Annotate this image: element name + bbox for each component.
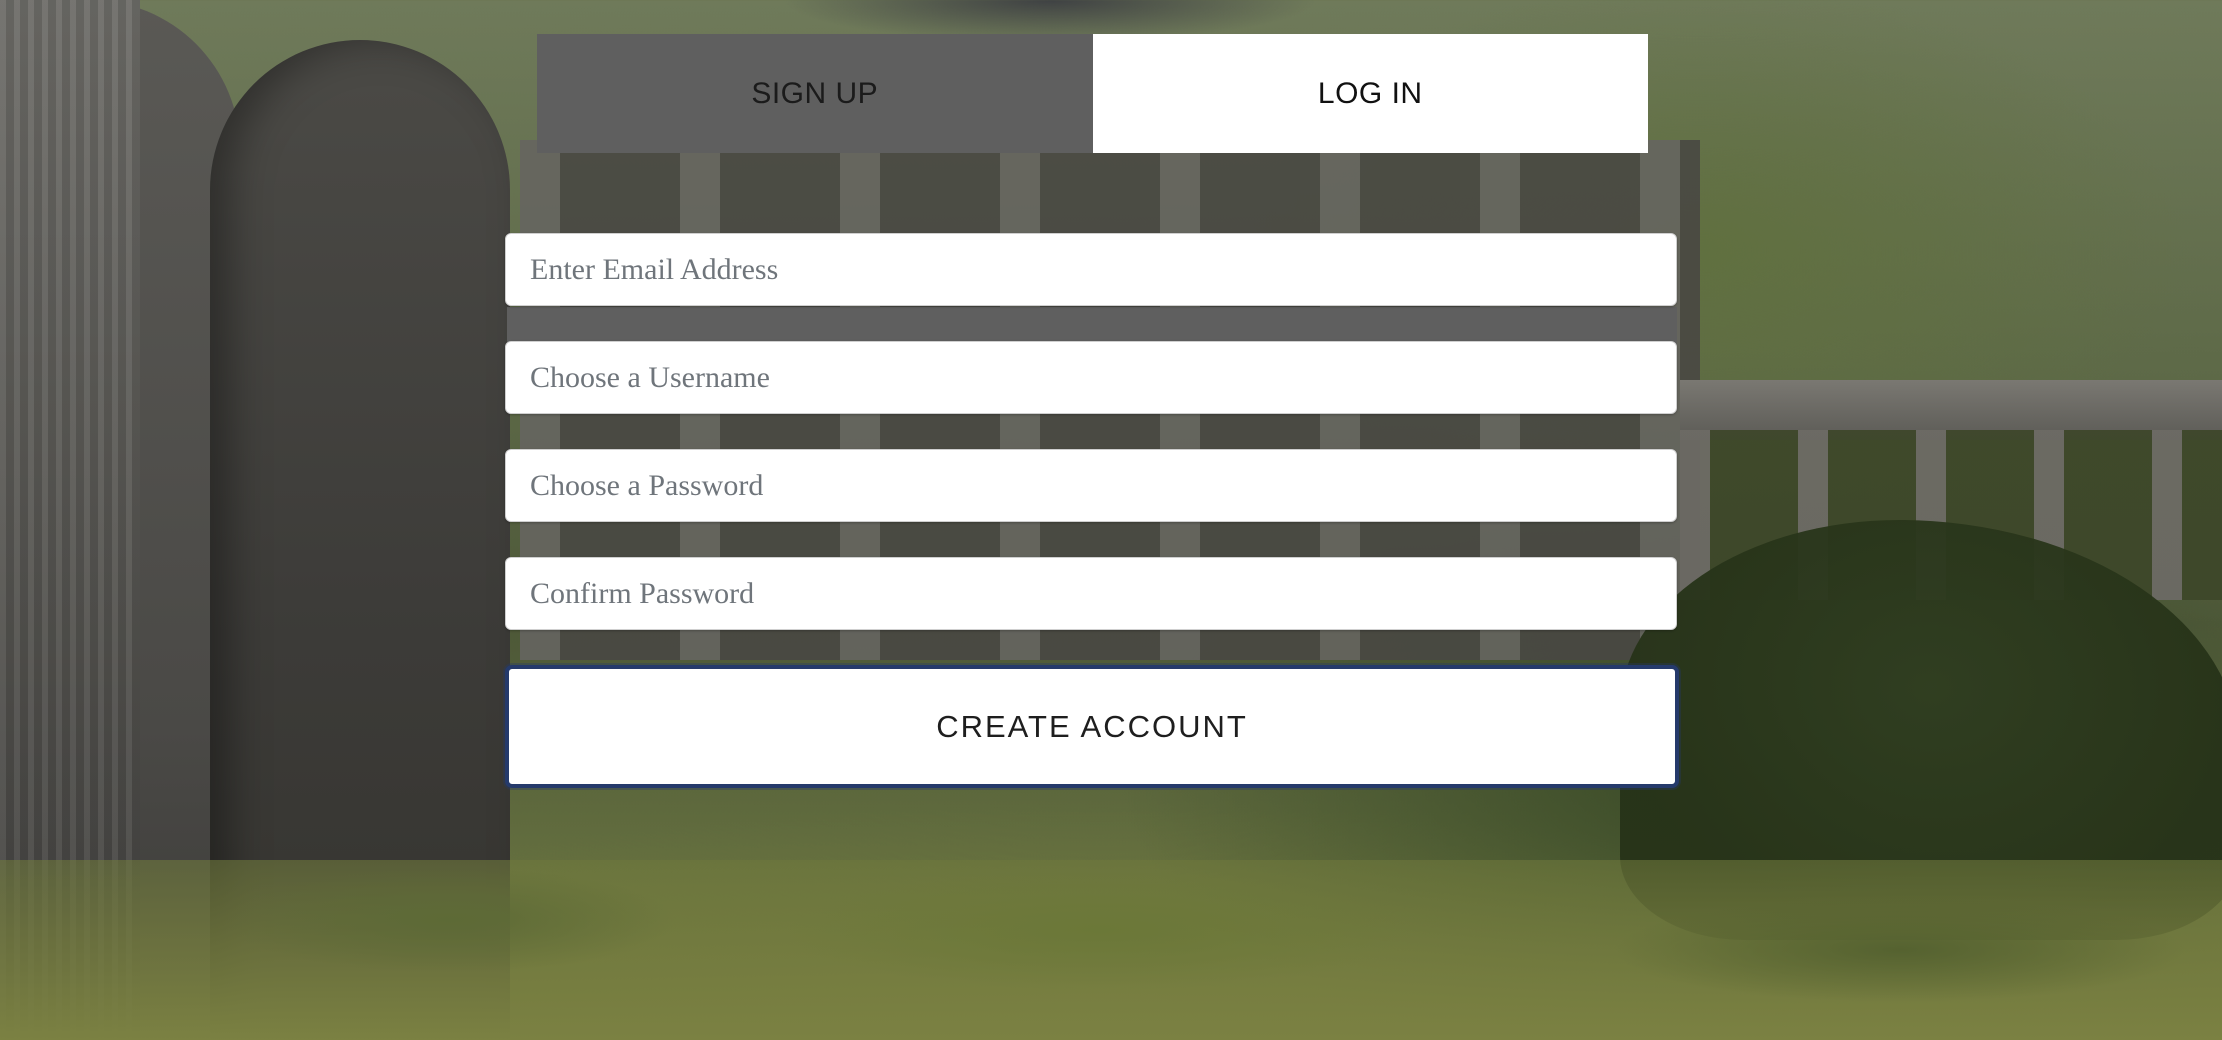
background-viaduct-wall xyxy=(0,0,140,1040)
auth-tabs: SIGN UP LOG IN xyxy=(537,34,1648,153)
background-foreground-bushes xyxy=(0,860,2222,1040)
background-viaduct-pillar xyxy=(0,0,240,1040)
sign-up-form: CREATE ACCOUNT xyxy=(505,233,1679,788)
username-field[interactable] xyxy=(505,341,1677,414)
tab-log-in[interactable]: LOG IN xyxy=(1092,34,1648,153)
confirm-password-field[interactable] xyxy=(505,557,1677,630)
email-field[interactable] xyxy=(505,233,1677,306)
background-viaduct-arch xyxy=(210,40,510,1040)
background-viaduct-arches-right xyxy=(1680,430,2222,600)
tab-sign-up[interactable]: SIGN UP xyxy=(537,34,1093,153)
create-account-button[interactable]: CREATE ACCOUNT xyxy=(505,665,1679,788)
background-trees xyxy=(1620,520,2222,940)
background-viaduct-deck xyxy=(1680,380,2222,440)
password-field[interactable] xyxy=(505,449,1677,522)
